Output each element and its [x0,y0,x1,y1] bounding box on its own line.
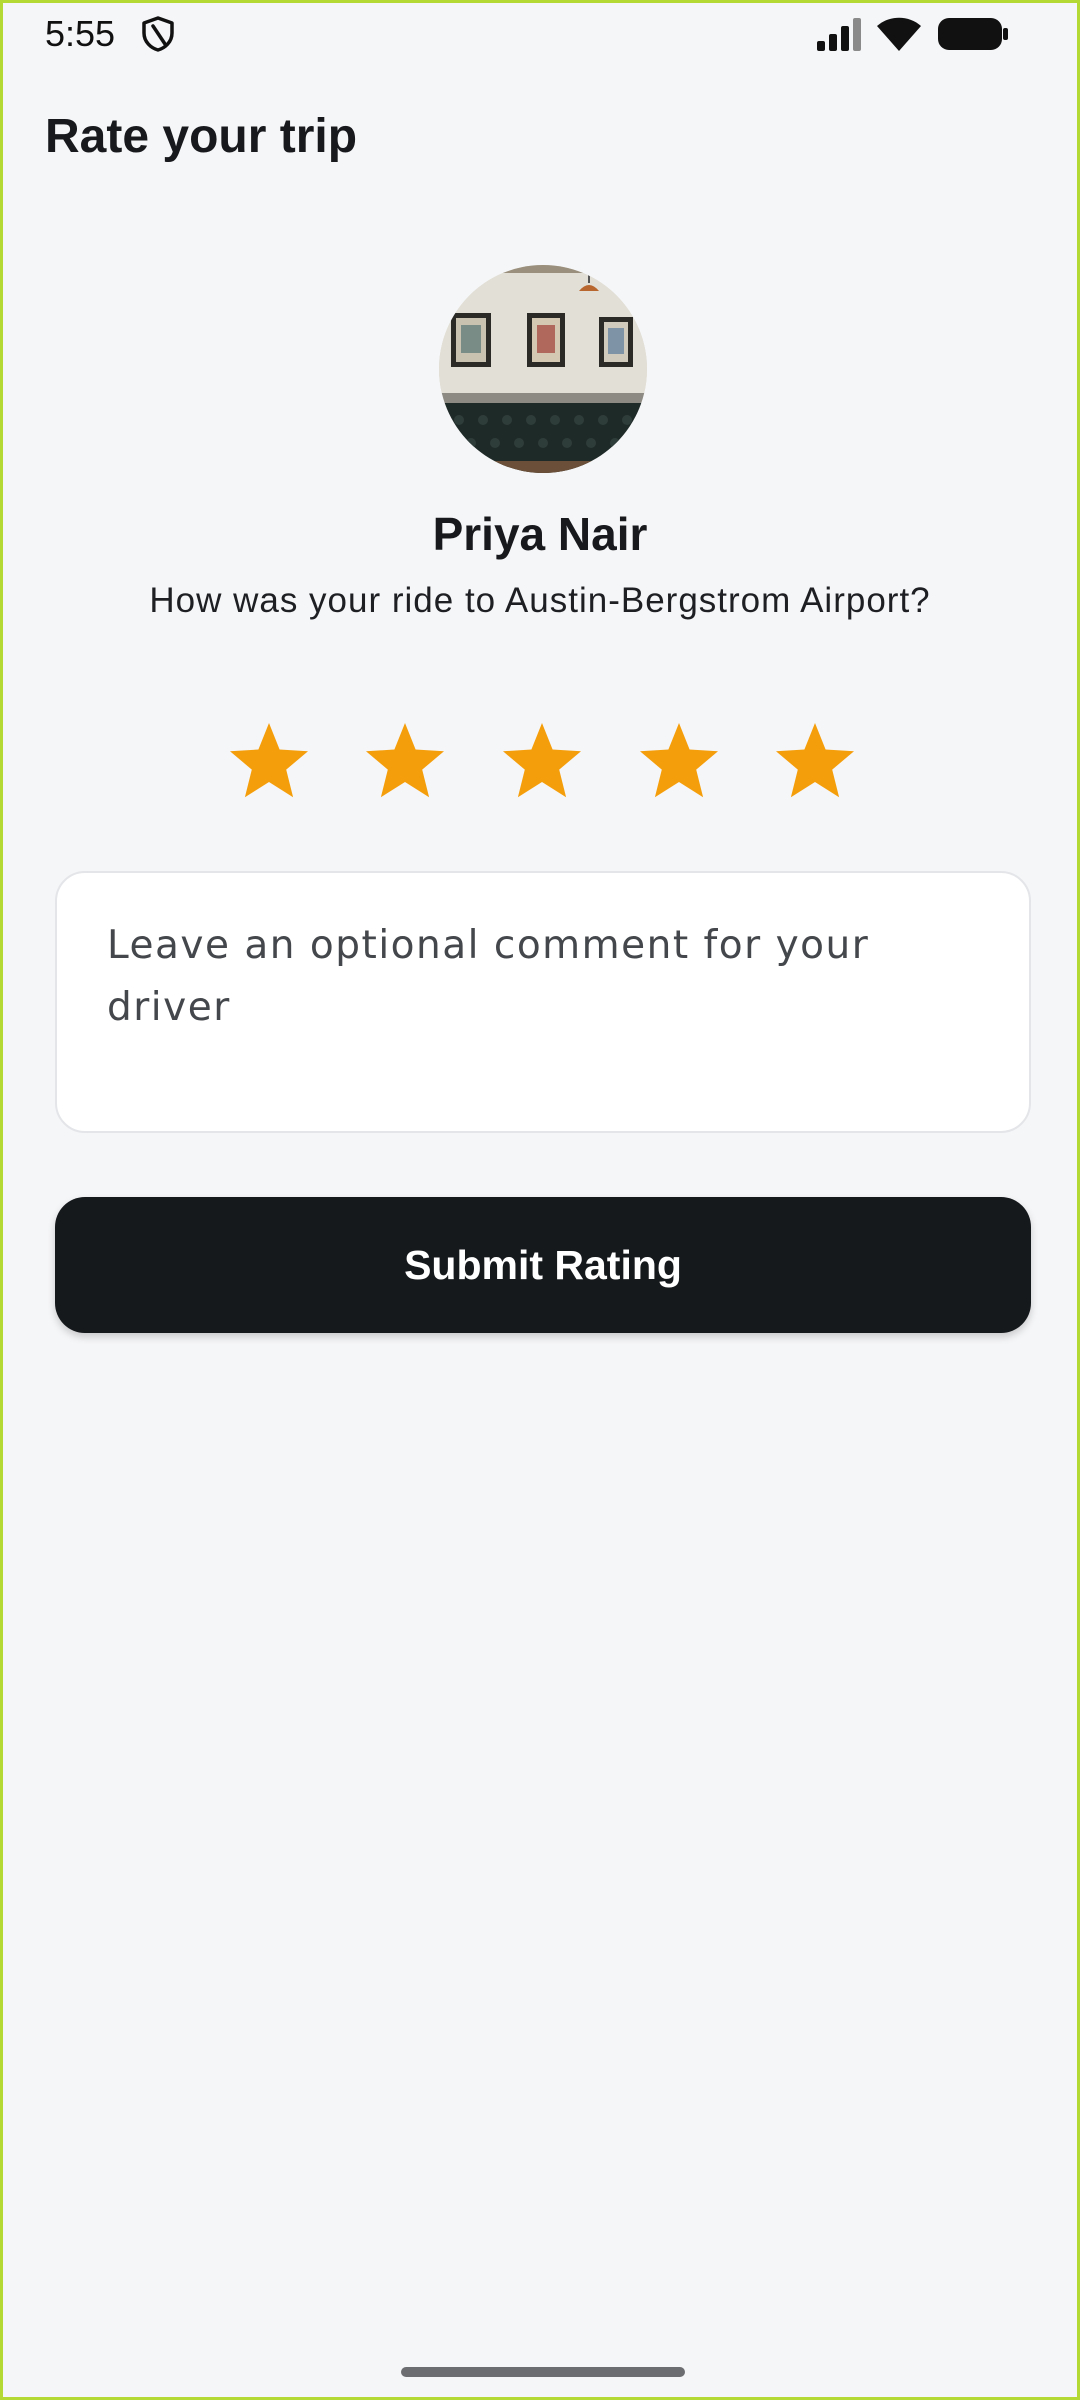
star-icon-5[interactable] [773,719,857,803]
driver-name: Priya Nair [432,508,648,560]
battery-icon [938,18,1008,50]
status-time: 5:55 [45,13,116,54]
submit-rating-button[interactable]: Submit Rating [55,1197,1031,1333]
star-icon-3[interactable] [500,719,584,803]
status-bar: 5:55 [3,3,1077,67]
star-rating [3,719,1077,805]
cellular-signal-icon [817,18,861,51]
driver-comment-field[interactable] [55,871,1031,1133]
star-icon-1[interactable] [227,719,311,803]
avatar-photo [439,265,647,473]
shield-icon [142,16,174,52]
star-icon-2[interactable] [363,719,447,803]
page-title: Rate your trip [45,110,358,163]
star-icon-4[interactable] [637,719,721,803]
trip-question: How was your ride to Austin-Bergstrom Ai… [149,581,931,620]
wifi-icon [877,17,921,51]
home-indicator[interactable] [401,2367,685,2377]
driver-avatar [439,265,647,473]
